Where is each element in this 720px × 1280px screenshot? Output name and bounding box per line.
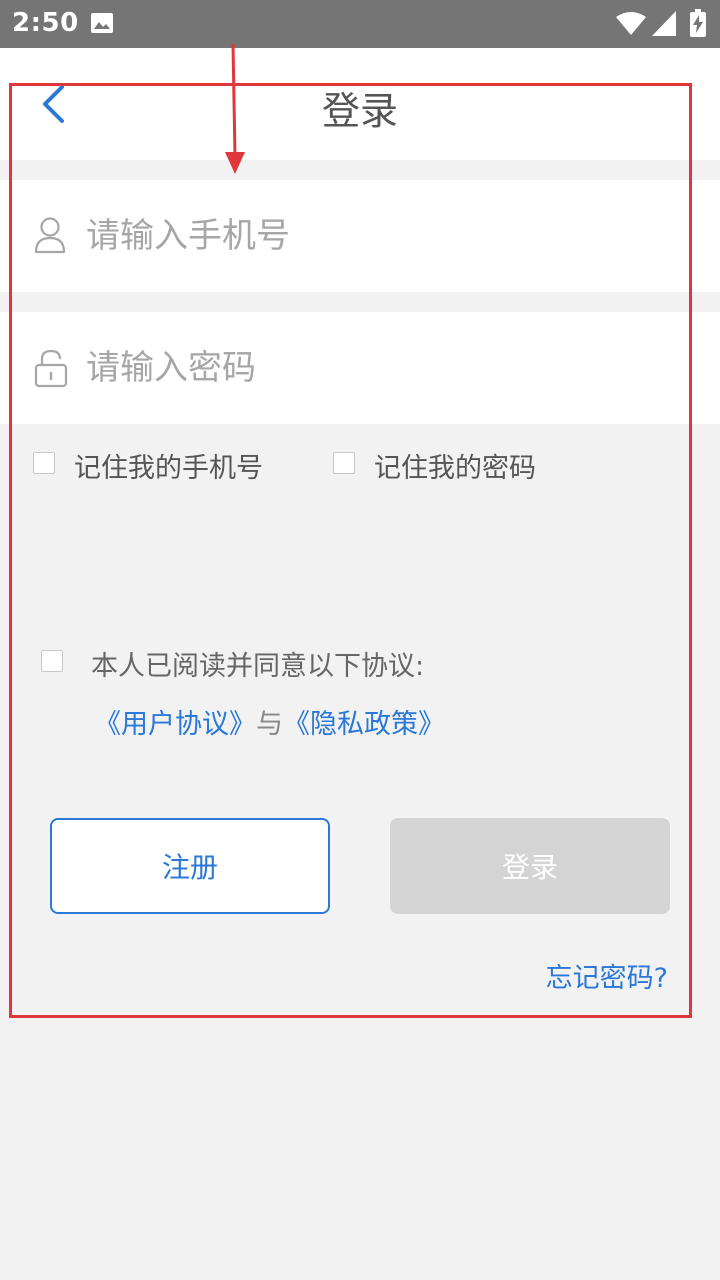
privacy-policy-link[interactable]: 《隐私政策》 bbox=[283, 709, 445, 740]
agreement-label: 本人已阅读并同意以下协议: bbox=[91, 651, 425, 682]
register-button[interactable]: 注册 bbox=[50, 818, 330, 914]
phone-input-row bbox=[0, 180, 720, 292]
page-title: 登录 bbox=[321, 89, 398, 133]
agreement-conjunction: 与 bbox=[256, 709, 283, 740]
remember-password-label[interactable]: 记住我的密码 bbox=[374, 446, 536, 485]
user-icon bbox=[34, 216, 66, 258]
remember-phone-checkbox[interactable] bbox=[33, 452, 55, 474]
battery-charging-icon bbox=[690, 9, 706, 41]
status-bar: 2:50 bbox=[0, 0, 720, 48]
agreement-checkbox[interactable] bbox=[41, 650, 63, 672]
app-header: 登录 bbox=[0, 48, 720, 160]
lock-icon bbox=[34, 348, 68, 392]
password-input-row bbox=[0, 312, 720, 424]
image-icon bbox=[90, 12, 114, 38]
agreement-links: 《用户协议》与《隐私政策》 bbox=[94, 702, 445, 741]
remember-password-checkbox[interactable] bbox=[333, 452, 355, 474]
signal-icon bbox=[652, 11, 676, 40]
remember-phone-label[interactable]: 记住我的手机号 bbox=[74, 446, 263, 485]
forgot-password-link[interactable]: 忘记密码? bbox=[546, 956, 668, 995]
login-button[interactable]: 登录 bbox=[390, 818, 670, 914]
phone-input[interactable] bbox=[86, 202, 686, 270]
status-time: 2:50 bbox=[12, 8, 79, 38]
user-agreement-link[interactable]: 《用户协议》 bbox=[94, 709, 256, 740]
wifi-icon bbox=[616, 12, 646, 40]
password-input[interactable] bbox=[86, 334, 686, 402]
